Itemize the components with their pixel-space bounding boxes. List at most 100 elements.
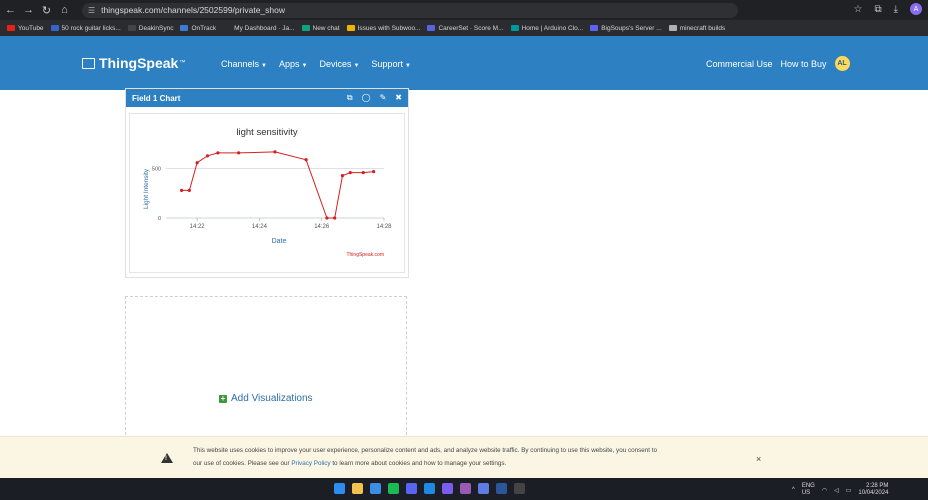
wifi-icon[interactable]: ◠: [822, 487, 827, 494]
bookmark-item[interactable]: minecraft builds: [668, 25, 725, 32]
caret-down-icon: ▼: [404, 63, 411, 69]
light-sensitivity-chart: 0 500 14:22 14:24 14:26 14:28 light sensitivi…: [143, 127, 392, 258]
caret-down-icon: ▼: [301, 63, 308, 69]
taskbar-app-icon[interactable]: [442, 483, 453, 494]
bookmark-item[interactable]: Issues with Subwoo...: [346, 25, 420, 32]
chart-data-point[interactable]: [179, 188, 184, 192]
menu-channels[interactable]: Channels ▼: [221, 59, 267, 69]
commercial-use-link[interactable]: Commercial Use: [706, 59, 773, 69]
taskbar-app-icon[interactable]: [424, 483, 435, 494]
profile-avatar[interactable]: A: [910, 3, 922, 15]
chart-title: light sensitivity: [236, 127, 297, 138]
chart-data-point[interactable]: [237, 151, 241, 155]
open-external-icon[interactable]: ⧉: [347, 93, 353, 103]
chart-data-point[interactable]: [348, 171, 352, 175]
menu-apps[interactable]: Apps ▼: [279, 59, 307, 69]
chart-data-point[interactable]: [361, 171, 365, 175]
bookmark-label: BigSoups's Server ...: [601, 24, 662, 32]
reload-icon[interactable]: ↻: [39, 4, 54, 17]
bookmark-item[interactable]: My Dashboard · Ja...: [223, 25, 295, 32]
chart-data-point[interactable]: [195, 161, 199, 165]
taskbar-app-icon[interactable]: [514, 483, 525, 494]
taskbar-apps: [334, 483, 525, 494]
bookmark-favicon-icon: [510, 25, 519, 31]
bookmark-label: 50 rock guitar licks...: [61, 24, 121, 32]
bookmark-item[interactable]: CareerSet · Score M...: [427, 25, 504, 32]
site-info-icon[interactable]: ☰: [88, 6, 95, 15]
chart-data-point[interactable]: [372, 170, 376, 174]
chart-data-point[interactable]: [333, 216, 337, 220]
download-icon[interactable]: ⤓: [894, 4, 898, 15]
edit-pencil-icon[interactable]: ✎: [380, 93, 387, 103]
taskbar-app-icon[interactable]: [496, 483, 507, 494]
user-avatar[interactable]: AL: [834, 56, 850, 71]
taskbar-app-icon[interactable]: [406, 483, 417, 494]
bookmark-favicon-icon: [180, 25, 189, 31]
region-label: US: [801, 490, 811, 496]
bookmark-label: OnTrack: [191, 24, 217, 32]
tray-chevron-icon[interactable]: ^: [792, 487, 795, 493]
chart-data-point[interactable]: [273, 150, 277, 154]
chart-credit[interactable]: ThingSpeak.com: [346, 252, 384, 258]
chart-data-point[interactable]: [187, 188, 191, 192]
taskbar-app-icon[interactable]: [478, 483, 489, 494]
chart-data-point[interactable]: [340, 173, 345, 178]
cookie-banner: ! This website uses cookies to improve y…: [0, 436, 928, 479]
caret-down-icon: ▼: [353, 63, 360, 69]
add-visualizations-button[interactable]: + Add Visualizations: [219, 393, 313, 404]
taskbar-app-icon[interactable]: [352, 483, 363, 494]
back-icon[interactable]: ←: [3, 4, 18, 16]
bookmark-star-icon[interactable]: ☆: [853, 4, 862, 15]
logo-trademark: ™: [179, 60, 186, 66]
close-icon[interactable]: ✖: [395, 93, 402, 103]
chat-bubble-icon: [82, 57, 95, 69]
chart-data-point[interactable]: [205, 154, 210, 158]
menu-apps-label: Apps: [278, 59, 300, 69]
language-indicator[interactable]: ENG US: [802, 483, 815, 497]
menu-support[interactable]: Support ▼: [371, 59, 410, 69]
bookmark-item[interactable]: BigSoups's Server ...: [590, 25, 662, 32]
address-bar[interactable]: ☰ thingspeak.com/channels/2502599/privat…: [82, 2, 738, 18]
menu-devices[interactable]: Devices ▼: [319, 59, 359, 69]
bookmark-item[interactable]: YouTube: [7, 25, 44, 32]
privacy-policy-link[interactable]: Privacy Policy: [291, 460, 330, 467]
chart-data-point[interactable]: [304, 158, 308, 162]
battery-icon[interactable]: ▭: [846, 487, 852, 494]
taskbar-app-icon[interactable]: [388, 483, 399, 494]
browser-toolbar: ← → ↻ ⌂ ☰ thingspeak.com/channels/250259…: [0, 0, 928, 20]
chart-x-tick-label: 14:28: [376, 224, 392, 230]
bookmark-favicon-icon: [427, 25, 436, 31]
clock-date: 10/04/2024: [858, 490, 889, 496]
chart-data-point[interactable]: [325, 216, 329, 220]
chart-x-axis-label: Date: [272, 238, 287, 245]
os-taskbar: ^ ENG US ◠ ◁ ▭ 2:28 PM 10/04/2024: [0, 478, 928, 500]
language-label: ENG: [801, 483, 815, 489]
bookmark-item[interactable]: 50 rock guitar licks...: [50, 24, 121, 32]
main-menu: Channels ▼ Apps ▼ Devices ▼ Support ▼: [221, 59, 411, 69]
volume-icon[interactable]: ◁: [834, 487, 839, 494]
home-icon[interactable]: ⌂: [57, 4, 72, 16]
forward-icon[interactable]: →: [21, 4, 36, 16]
field-chart-panel: Field 1 Chart ⧉ ◯ ✎ ✖ 0 500 14:22 14:24 14:2…: [125, 88, 409, 278]
logo-text: ThingSpeak: [99, 55, 179, 71]
warning-exclamation-icon: !: [165, 456, 167, 462]
extensions-icon[interactable]: ⧉: [874, 4, 881, 15]
taskbar-app-icon[interactable]: [334, 483, 345, 494]
taskbar-app-icon[interactable]: [460, 483, 471, 494]
chart-series-line: [181, 151, 374, 219]
cookie-close-button[interactable]: ×: [756, 454, 761, 464]
chart-x-tick-label: 14:26: [314, 224, 330, 230]
caret-down-icon: ▼: [261, 63, 267, 69]
thingspeak-logo[interactable]: ThingSpeak ™: [82, 55, 185, 71]
chart-data-point[interactable]: [216, 151, 220, 155]
bookmark-item[interactable]: Home | Arduino Clo...: [510, 25, 583, 32]
taskbar-app-icon[interactable]: [370, 483, 381, 494]
bookmark-favicon-icon: [346, 25, 355, 31]
how-to-buy-link[interactable]: How to Buy: [781, 59, 827, 69]
bookmark-item[interactable]: DeakinSync: [127, 25, 173, 32]
bookmark-item[interactable]: New chat: [301, 25, 340, 32]
bookmark-item[interactable]: OnTrack: [180, 25, 216, 32]
clock[interactable]: 2:28 PM 10/04/2024: [858, 483, 888, 497]
comment-icon[interactable]: ◯: [362, 93, 371, 103]
cookie-text-line-2-post: to learn more about cookies and how to m…: [332, 460, 507, 467]
